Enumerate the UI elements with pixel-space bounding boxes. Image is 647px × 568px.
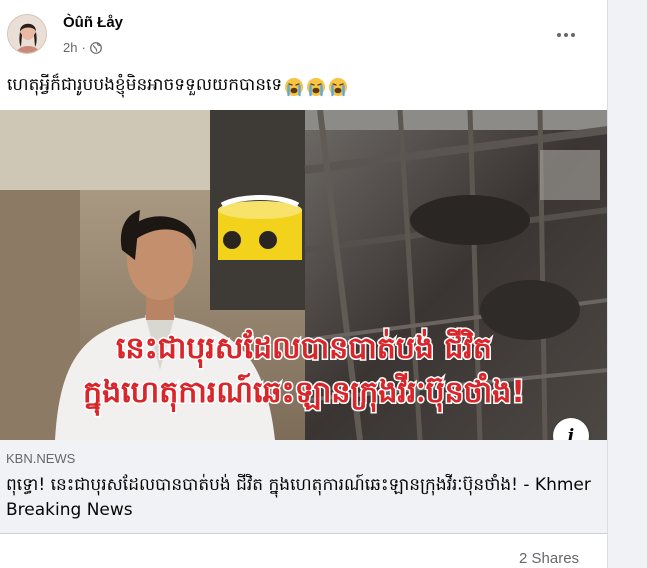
link-title[interactable]: ពុទ្ធោ! នេះជាបុរសដែលបានបាត់បង់ ជីវិត ក្ន… — [6, 473, 596, 523]
overlay-text-line2: ក្នុងហេតុការណ៍ឆេះឡានក្រុងវីរៈប៊ុនថាំង! — [83, 372, 525, 416]
news-photo: នេះជាបុរសដែលបានបាត់បង់ ជីវិត ក្នុងហេតុកា… — [0, 110, 607, 440]
meta-separator: · — [81, 40, 86, 55]
post-meta: 2h · — [63, 40, 102, 55]
avatar-image — [8, 15, 46, 53]
globe-icon[interactable] — [89, 41, 102, 54]
crying-face-icon — [307, 77, 326, 96]
link-domain: KBN.NEWS — [6, 451, 76, 466]
post-header: Òûñ Łåy 2h · — [0, 0, 607, 66]
post-card: Òûñ Łåy 2h · ហេតុអ្វីក៏ជារូបបងខ្ញុំមិនអា… — [0, 0, 608, 568]
post-text: ហេតុអ្វីក៏ជារូបបងខ្ញុំមិនអាចទទួលយកបានទេ — [7, 74, 348, 99]
post-time[interactable]: 2h — [63, 40, 77, 55]
crying-face-icon — [329, 77, 348, 96]
shares-count[interactable]: 2 Shares — [519, 550, 579, 567]
post-message: ហេតុអ្វីក៏ជារូបបងខ្ញុំមិនអាចទទួលយកបានទេ — [7, 75, 283, 95]
author-name[interactable]: Òûñ Łåy — [63, 14, 123, 31]
avatar[interactable] — [7, 14, 47, 54]
link-preview[interactable]: KBN.NEWS ពុទ្ធោ! នេះជាបុរសដែលបានបាត់បង់ … — [0, 440, 607, 534]
more-horizontal-icon — [556, 33, 577, 37]
crying-face-icon — [285, 77, 304, 96]
page-background — [609, 0, 647, 568]
link-preview-image[interactable]: នេះជាបុរសដែលបានបាត់បង់ ជីវិត ក្នុងហេតុកា… — [0, 110, 607, 440]
overlay-text-line1: នេះជាបុរសដែលបានបាត់បង់ ជីវិត — [116, 328, 492, 369]
post-menu-button[interactable] — [548, 20, 584, 50]
